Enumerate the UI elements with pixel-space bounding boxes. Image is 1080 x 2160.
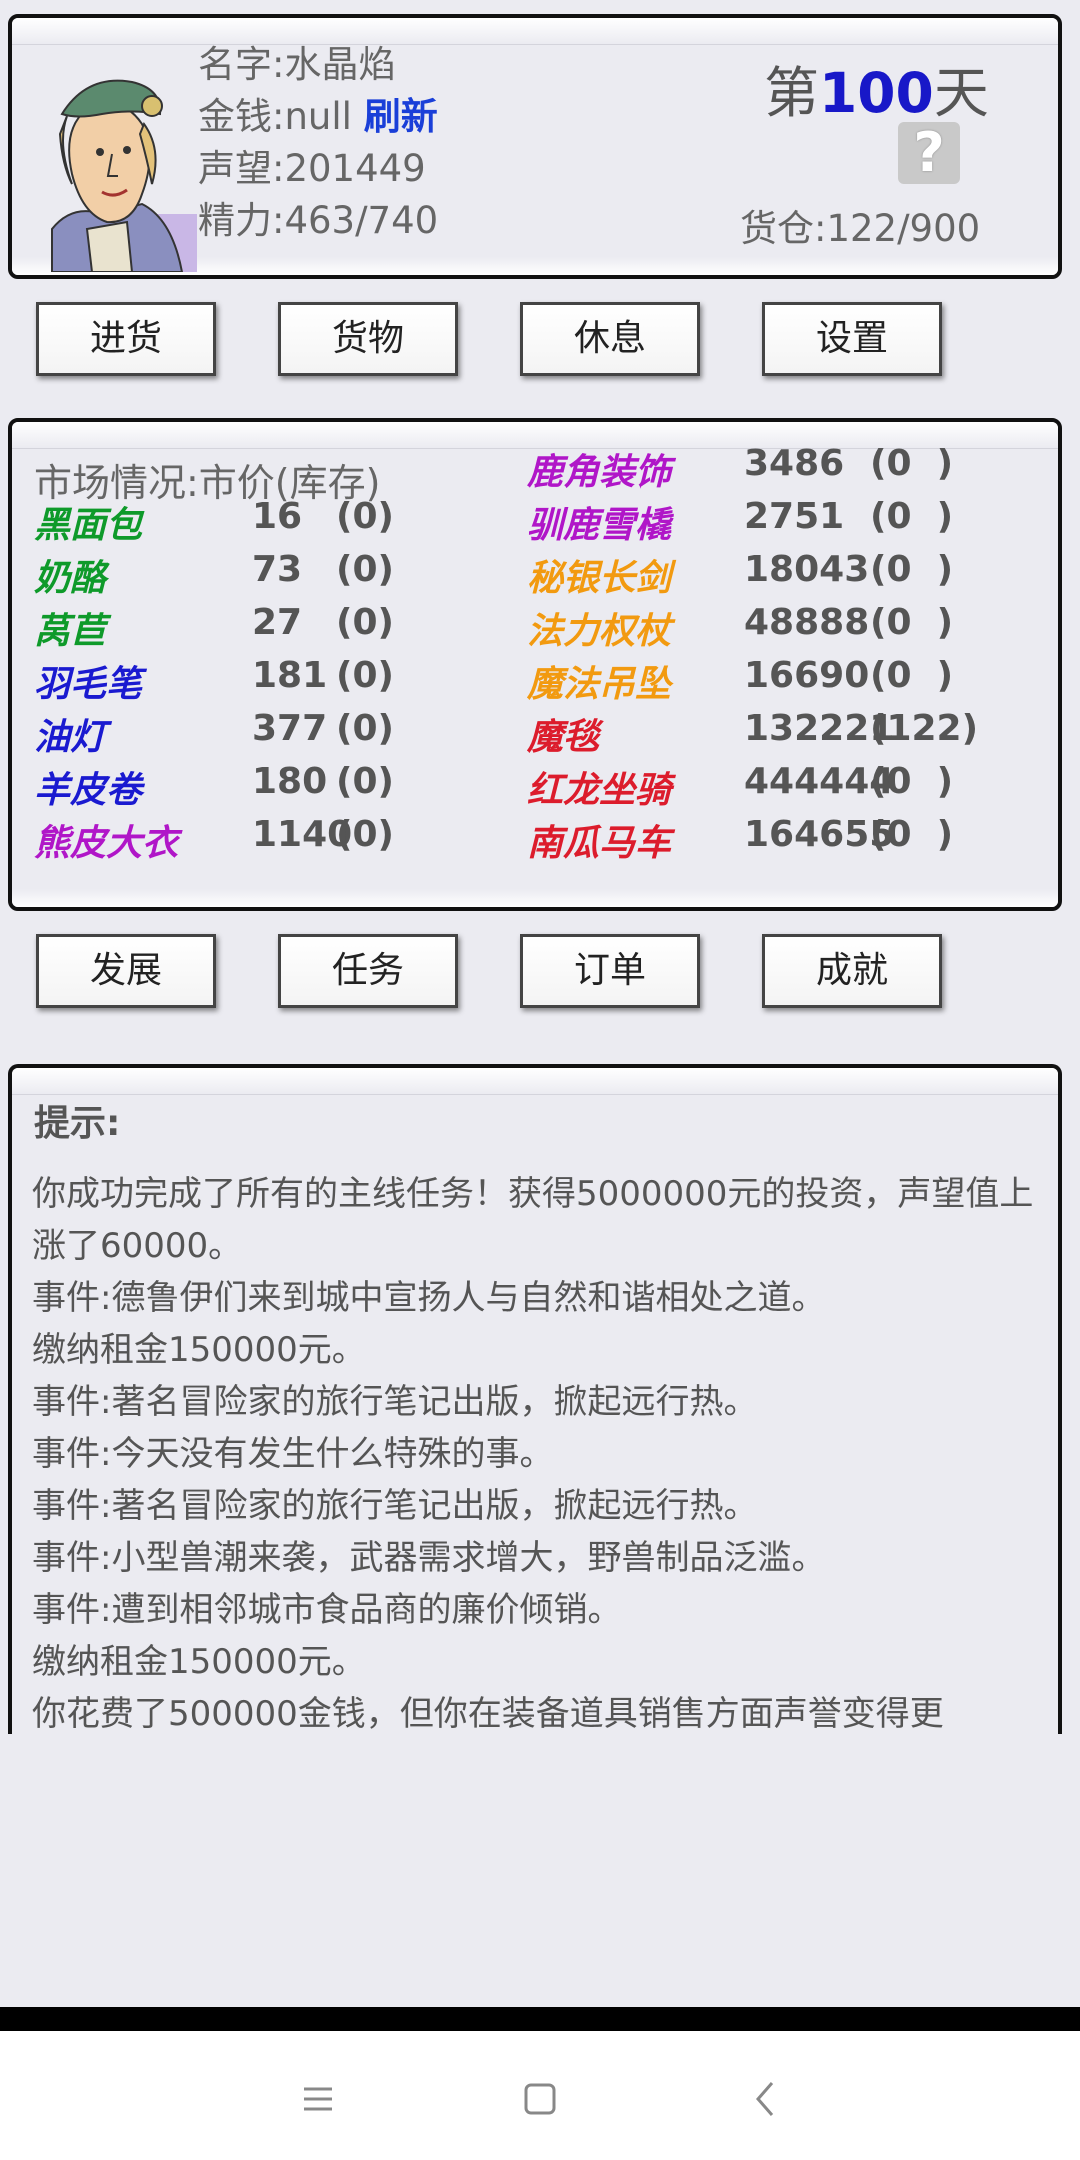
item-name: 魔法吊坠 bbox=[527, 664, 672, 705]
item-stock: (0) bbox=[336, 814, 394, 855]
item-name: 黑面包 bbox=[34, 505, 143, 546]
item-price: 2751 bbox=[744, 496, 845, 537]
item-price: 3486 bbox=[744, 443, 845, 484]
item-stock: (0) bbox=[336, 496, 394, 537]
item-price: 73 bbox=[252, 549, 303, 590]
item-stock: (0 ) bbox=[870, 761, 954, 802]
develop-button[interactable]: 发展 bbox=[36, 934, 216, 1008]
day-number: 100 bbox=[819, 61, 934, 125]
warehouse-label: 货仓:122/900 bbox=[740, 207, 981, 250]
market-row[interactable]: 油灯 377 (0) bbox=[34, 708, 534, 758]
log-line: 你花费了500000金钱，但你在装备道具销售方面声誉变得更 bbox=[32, 1694, 944, 1734]
item-name: 秘银长剑 bbox=[527, 558, 672, 599]
item-name: 油灯 bbox=[34, 717, 107, 758]
item-price: 181 bbox=[252, 655, 328, 696]
market-row[interactable]: 莴苣 27 (0) bbox=[34, 602, 534, 652]
market-row[interactable]: 红龙坐骑 444444 (0 ) bbox=[527, 761, 1027, 811]
orders-button[interactable]: 订单 bbox=[520, 934, 700, 1008]
item-price: 16690 bbox=[744, 655, 870, 696]
quests-button[interactable]: 任务 bbox=[278, 934, 458, 1008]
help-icon[interactable]: ? bbox=[898, 122, 960, 184]
item-price: 16 bbox=[252, 496, 303, 537]
market-row[interactable]: 法力权杖 48888 (0 ) bbox=[527, 602, 1027, 652]
market-row[interactable]: 羽毛笔 181 (0) bbox=[34, 655, 534, 705]
settings-button[interactable]: 设置 bbox=[762, 302, 942, 376]
item-stock: (0) bbox=[336, 549, 394, 590]
item-stock: (0 ) bbox=[870, 496, 954, 537]
market-row[interactable]: 魔法吊坠 16690 (0 ) bbox=[527, 655, 1027, 705]
market-row[interactable]: 南瓜马车 164655 (0 ) bbox=[527, 814, 1027, 864]
item-price: 27 bbox=[252, 602, 303, 643]
achievements-button[interactable]: 成就 bbox=[762, 934, 942, 1008]
log-line: 缴纳租金150000元。 bbox=[32, 1330, 366, 1370]
log-line: 事件:著名冒险家的旅行笔记出版，掀起远行热。 bbox=[32, 1382, 758, 1422]
item-stock: (0) bbox=[336, 708, 394, 749]
market-row[interactable]: 奶酪 73 (0) bbox=[34, 549, 534, 599]
rest-button[interactable]: 休息 bbox=[520, 302, 700, 376]
log-line: 事件:小型兽潮来袭，武器需求增大，野兽制品泛滥。 bbox=[32, 1538, 826, 1578]
market-row[interactable]: 羊皮卷 180 (0) bbox=[34, 761, 534, 811]
item-price: 48888 bbox=[744, 602, 870, 643]
system-nav-bar bbox=[0, 2031, 1080, 2160]
item-name: 熊皮大衣 bbox=[34, 823, 179, 864]
item-stock: (0 ) bbox=[870, 814, 954, 855]
item-name: 驯鹿雪橇 bbox=[527, 505, 672, 546]
nav-divider bbox=[0, 2007, 1080, 2031]
item-name: 红龙坐骑 bbox=[527, 770, 672, 811]
day-counter: 第100天 bbox=[764, 61, 989, 125]
market-row[interactable]: 驯鹿雪橇 2751 (0 ) bbox=[527, 496, 1027, 546]
tips-title: 提示: bbox=[34, 1103, 121, 1144]
item-stock: (0 ) bbox=[870, 549, 954, 590]
log-line: 你成功完成了所有的主线任务！获得5000000元的投资，声望值上涨了60000。 bbox=[32, 1174, 1034, 1266]
item-price: 18043 bbox=[744, 549, 870, 590]
back-icon[interactable] bbox=[736, 2069, 796, 2129]
tips-panel: 提示: 你成功完成了所有的主线任务！获得5000000元的投资，声望值上涨了60… bbox=[8, 1064, 1062, 1734]
item-price: 377 bbox=[252, 708, 328, 749]
market-row[interactable]: 魔毯 132221 (122) bbox=[527, 708, 1027, 758]
market-row[interactable]: 鹿角装饰 3486 (0 ) bbox=[527, 443, 1027, 493]
log-line: 事件:著名冒险家的旅行笔记出版，掀起远行热。 bbox=[32, 1486, 758, 1526]
item-stock: (0 ) bbox=[870, 602, 954, 643]
log-line: 事件:今天没有发生什么特殊的事。 bbox=[32, 1434, 554, 1474]
goods-button[interactable]: 货物 bbox=[278, 302, 458, 376]
stock-up-button[interactable]: 进货 bbox=[36, 302, 216, 376]
item-name: 南瓜马车 bbox=[527, 823, 672, 864]
market-row[interactable]: 黑面包 16 (0) bbox=[34, 496, 534, 546]
item-name: 魔毯 bbox=[527, 717, 600, 758]
panel-highlight-bottom bbox=[12, 889, 1058, 907]
market-row[interactable]: 熊皮大衣 1140 (0) bbox=[34, 814, 534, 864]
reputation-label: 声望:201449 bbox=[198, 147, 426, 190]
item-name: 莴苣 bbox=[34, 611, 107, 652]
home-icon[interactable] bbox=[510, 2069, 570, 2129]
panel-highlight bbox=[12, 1068, 1058, 1095]
item-stock: (0) bbox=[336, 655, 394, 696]
log-line: 缴纳租金150000元。 bbox=[32, 1642, 366, 1682]
money-label: 金钱:null bbox=[198, 95, 352, 138]
item-stock: (0) bbox=[336, 761, 394, 802]
item-name: 鹿角装饰 bbox=[527, 452, 672, 493]
market-panel: 市场情况:市价(库存) 黑面包 16 (0) 奶酪 73 (0) 莴苣 27 (0) 羽毛笔 181… bbox=[8, 418, 1062, 911]
energy-label: 精力:463/740 bbox=[198, 199, 439, 242]
refresh-link[interactable]: 刷新 bbox=[364, 95, 438, 138]
tips-log[interactable]: 你成功完成了所有的主线任务！获得5000000元的投资，声望值上涨了60000。… bbox=[32, 1168, 1072, 1734]
merchant-avatar bbox=[51, 79, 197, 272]
market-row[interactable]: 秘银长剑 18043 (0 ) bbox=[527, 549, 1027, 599]
item-name: 法力权杖 bbox=[527, 611, 672, 652]
item-stock: (122) bbox=[870, 708, 979, 749]
name-label: 名字:水晶焰 bbox=[198, 43, 396, 86]
item-stock: (0) bbox=[336, 602, 394, 643]
item-stock: (0 ) bbox=[870, 443, 954, 484]
money-row: 金钱:null 刷新 bbox=[198, 86, 438, 140]
info-panel: 名字:水晶焰 金钱:null 刷新 声望:201449 精力:463/740 第… bbox=[8, 14, 1062, 279]
item-name: 羽毛笔 bbox=[34, 664, 143, 705]
log-line: 事件:德鲁伊们来到城中宣扬人与自然和谐相处之道。 bbox=[32, 1278, 826, 1318]
item-price: 180 bbox=[252, 761, 328, 802]
item-name: 奶酪 bbox=[34, 558, 107, 599]
log-line: 事件:遭到相邻城市食品商的廉价倾销。 bbox=[32, 1590, 622, 1630]
menu-icon[interactable] bbox=[288, 2069, 348, 2129]
item-stock: (0 ) bbox=[870, 655, 954, 696]
item-name: 羊皮卷 bbox=[34, 770, 143, 811]
panel-highlight bbox=[12, 18, 1058, 45]
